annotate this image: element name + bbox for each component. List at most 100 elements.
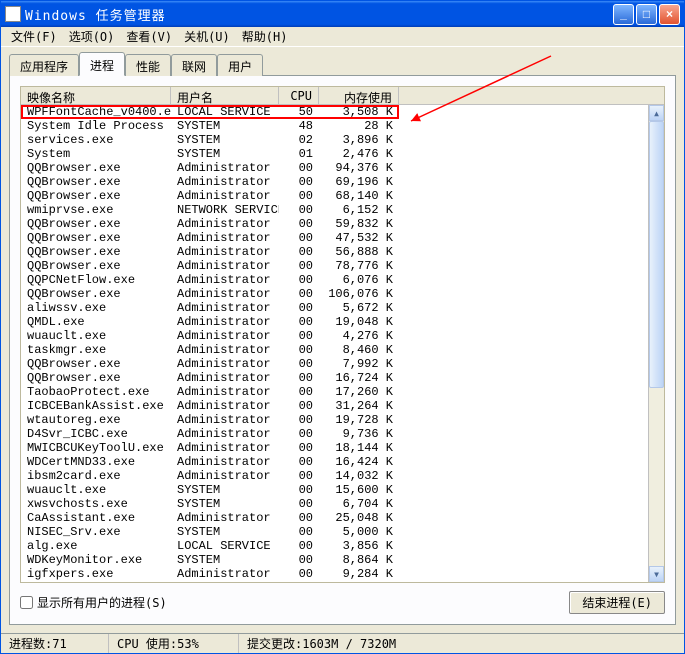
cell-image-name: MWICBCUKeyToolU.exe [21, 441, 171, 455]
cell-mem: 4,276 K [319, 329, 399, 343]
show-all-users-checkbox[interactable] [20, 596, 33, 609]
process-row[interactable]: SystemSYSTEM012,476 K [21, 147, 648, 161]
process-row[interactable]: ibsm2card.exeAdministrator0014,032 K [21, 469, 648, 483]
process-row[interactable]: igfxpers.exeAdministrator009,284 K [21, 567, 648, 581]
cell-mem: 59,832 K [319, 217, 399, 231]
cell-mem: 16,424 K [319, 455, 399, 469]
process-row[interactable]: QMDL.exeAdministrator0019,048 K [21, 315, 648, 329]
cell-mem: 94,376 K [319, 161, 399, 175]
cell-user: Administrator [171, 371, 279, 385]
task-manager-window: Windows 任务管理器 _ □ × 文件(F) 选项(O) 查看(V) 关机… [0, 0, 685, 654]
col-memory[interactable]: 内存使用 [319, 87, 399, 104]
cell-user: Administrator [171, 427, 279, 441]
process-row[interactable]: wuauclt.exeAdministrator004,276 K [21, 329, 648, 343]
process-row[interactable]: QQBrowser.exeAdministrator0047,532 K [21, 231, 648, 245]
cell-cpu: 00 [279, 497, 319, 511]
tab-applications[interactable]: 应用程序 [9, 54, 79, 76]
cell-cpu: 00 [279, 287, 319, 301]
process-row[interactable]: QQBrowser.exeAdministrator0094,376 K [21, 161, 648, 175]
process-row[interactable]: WDCertMND33.exeAdministrator0016,424 K [21, 455, 648, 469]
process-row[interactable]: QQBrowser.exeAdministrator0069,196 K [21, 175, 648, 189]
process-list: 映像名称 用户名 CPU 内存使用 WPFFontCache_v0400.exe… [20, 86, 665, 583]
cell-mem: 68,140 K [319, 189, 399, 203]
cell-cpu: 01 [279, 147, 319, 161]
cell-cpu: 50 [279, 105, 319, 119]
process-row[interactable]: NISEC_Srv.exeSYSTEM005,000 K [21, 525, 648, 539]
process-row[interactable]: QQBrowser.exeAdministrator0078,776 K [21, 259, 648, 273]
tab-users[interactable]: 用户 [217, 54, 263, 76]
status-cpu-usage: CPU 使用: 53% [109, 634, 239, 653]
process-row[interactable]: D4Svr_ICBC.exeAdministrator009,736 K [21, 427, 648, 441]
process-row[interactable]: WDKeyMonitor.exeSYSTEM008,864 K [21, 553, 648, 567]
titlebar[interactable]: Windows 任务管理器 _ □ × [1, 1, 684, 27]
scroll-track[interactable] [649, 121, 664, 566]
menu-help[interactable]: 帮助(H) [236, 26, 294, 47]
process-row[interactable]: WPFFontCache_v0400.exeLOCAL SERVICE503,5… [21, 105, 648, 119]
cell-cpu: 00 [279, 357, 319, 371]
process-row[interactable]: CaAssistant.exeAdministrator0025,048 K [21, 511, 648, 525]
show-all-users-wrap[interactable]: 显示所有用户的进程(S) [20, 594, 167, 611]
cell-cpu: 00 [279, 525, 319, 539]
cell-mem: 3,896 K [319, 133, 399, 147]
process-row[interactable]: QQBrowser.exeAdministrator0056,888 K [21, 245, 648, 259]
process-row[interactable]: wtautoreg.exeAdministrator0019,728 K [21, 413, 648, 427]
col-image-name[interactable]: 映像名称 [21, 87, 171, 104]
process-row[interactable]: QQBrowser.exeAdministrator0059,832 K [21, 217, 648, 231]
cell-mem: 6,152 K [319, 203, 399, 217]
process-row[interactable]: QQBrowser.exeAdministrator007,992 K [21, 357, 648, 371]
process-row[interactable]: alg.exeLOCAL SERVICE003,856 K [21, 539, 648, 553]
cell-user: SYSTEM [171, 147, 279, 161]
cell-user: Administrator [171, 455, 279, 469]
process-row[interactable]: taskmgr.exeAdministrator008,460 K [21, 343, 648, 357]
process-row[interactable]: MWICBCUKeyToolU.exeAdministrator0018,144… [21, 441, 648, 455]
scroll-down-button[interactable]: ▼ [649, 566, 664, 582]
cell-mem: 8,864 K [319, 553, 399, 567]
menu-shutdown[interactable]: 关机(U) [178, 26, 236, 47]
process-row[interactable]: xwsvchosts.exeSYSTEM006,704 K [21, 497, 648, 511]
process-row[interactable]: QQBrowser.exeAdministrator00106,076 K [21, 287, 648, 301]
process-row[interactable]: aliwssv.exeAdministrator005,672 K [21, 301, 648, 315]
menu-file[interactable]: 文件(F) [5, 26, 63, 47]
process-row[interactable]: wuauclt.exeSYSTEM0015,600 K [21, 483, 648, 497]
process-row[interactable]: QQBrowser.exeAdministrator0016,724 K [21, 371, 648, 385]
status-process-count: 进程数: 71 [1, 634, 109, 653]
cell-image-name: ibsm2card.exe [21, 469, 171, 483]
process-row[interactable]: System Idle ProcessSYSTEM4828 K [21, 119, 648, 133]
col-user-name[interactable]: 用户名 [171, 87, 279, 104]
cell-image-name: QQBrowser.exe [21, 231, 171, 245]
list-body[interactable]: WPFFontCache_v0400.exeLOCAL SERVICE503,5… [21, 105, 648, 582]
process-row[interactable]: QQBrowser.exeAdministrator0068,140 K [21, 189, 648, 203]
maximize-button[interactable]: □ [636, 4, 657, 25]
tab-networking[interactable]: 联网 [171, 54, 217, 76]
cell-cpu: 00 [279, 371, 319, 385]
scroll-up-button[interactable]: ▲ [649, 105, 664, 121]
scroll-thumb[interactable] [649, 121, 664, 388]
process-row[interactable]: ICBCEBankAssist.exeAdministrator0031,264… [21, 399, 648, 413]
tab-processes[interactable]: 进程 [79, 52, 125, 76]
cell-user: Administrator [171, 399, 279, 413]
menu-options[interactable]: 选项(O) [63, 26, 121, 47]
tab-performance[interactable]: 性能 [125, 54, 171, 76]
cell-user: Administrator [171, 469, 279, 483]
process-row[interactable]: hkcmd.exeAdministrator0044,312 K [21, 581, 648, 582]
process-row[interactable]: QQPCNetFlow.exeAdministrator006,076 K [21, 273, 648, 287]
menu-view[interactable]: 查看(V) [120, 26, 178, 47]
cell-image-name: QQBrowser.exe [21, 357, 171, 371]
cell-mem: 25,048 K [319, 511, 399, 525]
cell-cpu: 00 [279, 399, 319, 413]
cell-user: Administrator [171, 385, 279, 399]
vertical-scrollbar[interactable]: ▲ ▼ [648, 105, 664, 582]
cell-image-name: QQBrowser.exe [21, 189, 171, 203]
process-row[interactable]: wmiprvse.exeNETWORK SERVICE006,152 K [21, 203, 648, 217]
cell-mem: 6,076 K [319, 273, 399, 287]
col-cpu[interactable]: CPU [279, 87, 319, 104]
cell-mem: 19,048 K [319, 315, 399, 329]
end-process-button[interactable]: 结束进程(E) [569, 591, 665, 614]
process-row[interactable]: services.exeSYSTEM023,896 K [21, 133, 648, 147]
cell-mem: 78,776 K [319, 259, 399, 273]
minimize-button[interactable]: _ [613, 4, 634, 25]
cell-user: Administrator [171, 231, 279, 245]
process-row[interactable]: TaobaoProtect.exeAdministrator0017,260 K [21, 385, 648, 399]
cell-user: SYSTEM [171, 497, 279, 511]
close-button[interactable]: × [659, 4, 680, 25]
